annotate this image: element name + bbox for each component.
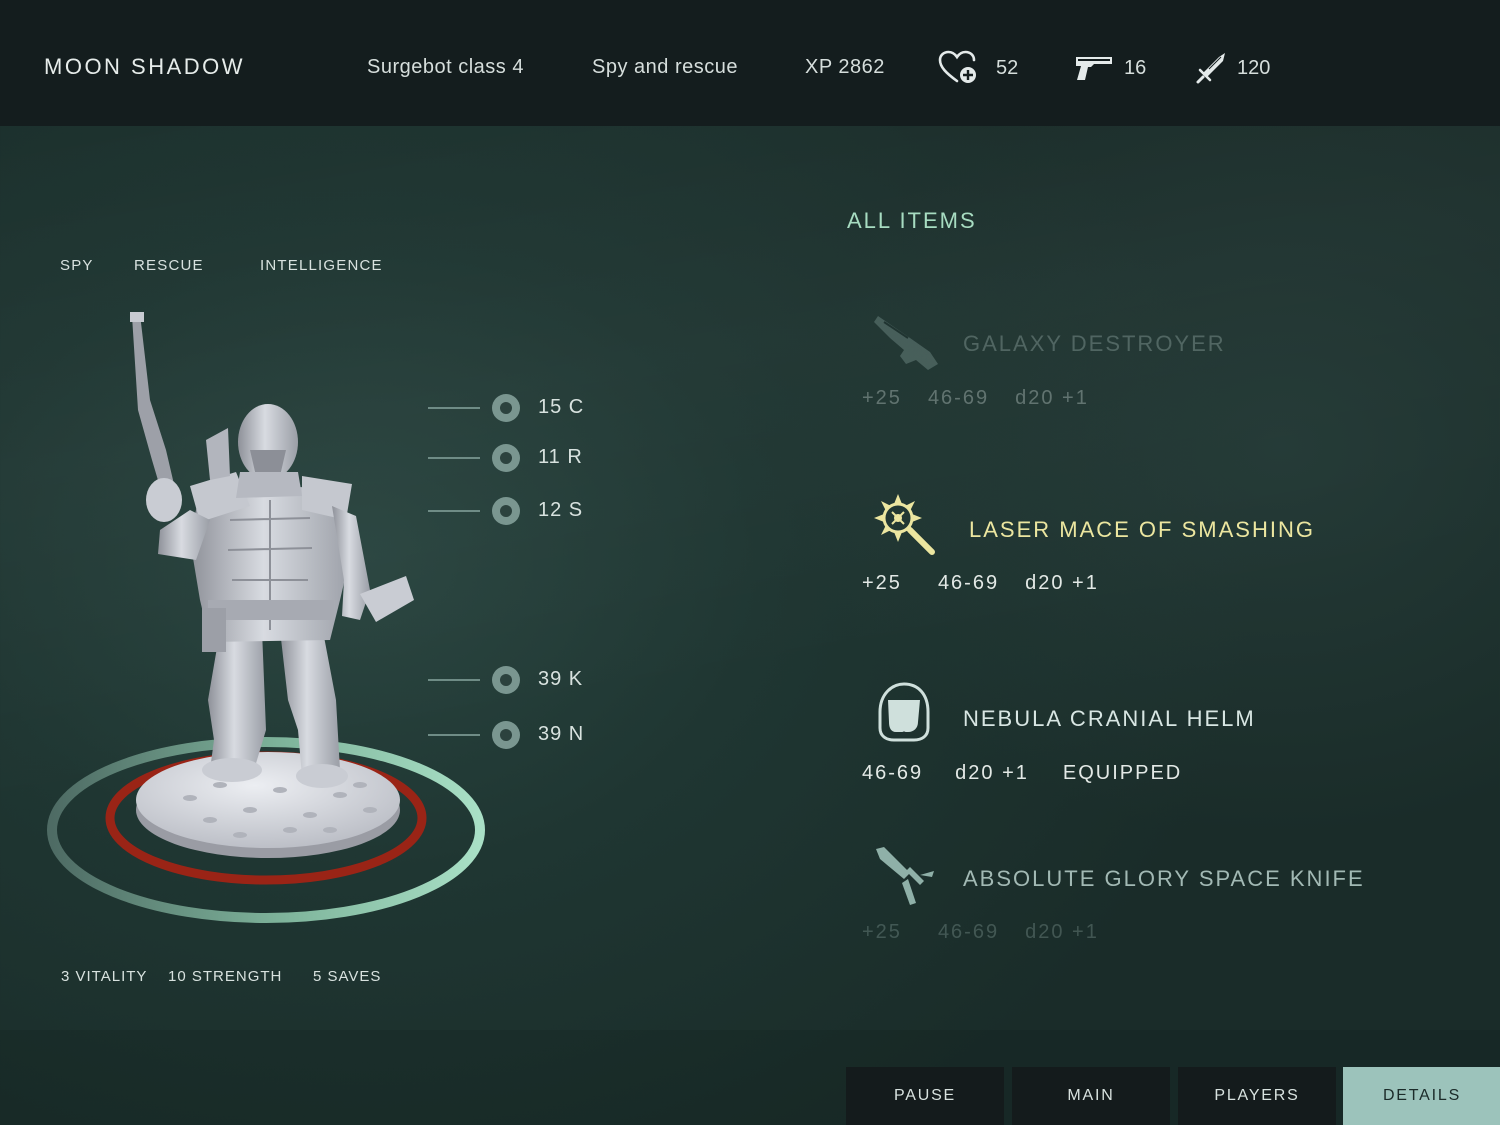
character-class: Surgebot class 4	[367, 56, 524, 78]
sword-icon	[1196, 53, 1225, 84]
item-name: ABSOLUTE GLORY SPACE KNIFE	[963, 866, 1365, 891]
xp-value: XP 2862	[805, 56, 885, 78]
strength-stat: 10 STRENGTH	[168, 968, 283, 985]
stat-marker-s[interactable]: 12 S	[428, 496, 648, 526]
mace-icon	[874, 494, 935, 555]
details-button[interactable]: DETAILS	[1343, 1067, 1500, 1125]
character-name: MOON SHADOW	[44, 54, 246, 79]
ammo-stat: 16	[1074, 50, 1146, 86]
tab-rescue[interactable]: RESCUE	[134, 257, 204, 274]
marker-label: 15 C	[538, 396, 585, 418]
marker-ring-icon	[492, 444, 520, 472]
players-button[interactable]: PLAYERS	[1178, 1067, 1336, 1125]
vitality-stat: 3 VITALITY	[61, 968, 148, 985]
marker-label: 12 S	[538, 499, 584, 521]
item-attr: 46-69	[927, 387, 990, 409]
main-button[interactable]: MAIN	[1012, 1067, 1170, 1125]
marker-label: 11 R	[538, 446, 583, 468]
blaster-icon	[874, 316, 938, 370]
pause-button[interactable]: PAUSE	[846, 1067, 1004, 1125]
item-attrs: +25 46-69 d20 +1	[862, 572, 1125, 595]
ammo-value: 16	[1124, 56, 1147, 79]
stat-marker-r[interactable]: 11 R	[428, 443, 648, 473]
stat-marker-c[interactable]: 15 C	[428, 393, 648, 423]
heart-plus-icon	[938, 50, 976, 83]
marker-ring-icon	[492, 721, 520, 749]
attack-value: 120	[1237, 56, 1271, 79]
top-bar: MOON SHADOW Surgebot class 4 Spy and res…	[0, 0, 1500, 126]
attack-stat: 120	[1195, 50, 1270, 86]
health-value: 52	[996, 56, 1019, 79]
item-attr: d20 +1	[955, 762, 1029, 784]
item-attr: 46-69	[937, 572, 1000, 594]
stat-marker-k[interactable]: 39 K	[428, 665, 648, 695]
stat-marker-n[interactable]: 39 N	[428, 720, 648, 750]
item-attr: 46-69	[862, 762, 924, 784]
items-title: ALL ITEMS	[847, 208, 977, 233]
tab-intelligence[interactable]: INTELLIGENCE	[260, 257, 383, 274]
item-attrs: +25 46-69 d20 +1	[862, 387, 1115, 410]
marker-ring-icon	[492, 666, 520, 694]
item-attr: d20 +1	[1025, 921, 1099, 943]
helmet-icon	[878, 682, 930, 742]
marker-label: 39 K	[538, 668, 584, 690]
health-stat: 52	[938, 50, 1018, 86]
item-name: GALAXY DESTROYER	[963, 331, 1226, 356]
item-name: LASER MACE OF SMASHING	[969, 517, 1315, 542]
marker-ring-icon	[492, 394, 520, 422]
tab-spy[interactable]: SPY	[60, 257, 94, 274]
knife-icon	[876, 847, 934, 905]
marker-label: 39 N	[538, 723, 585, 745]
item-attr: EQUIPPED	[1062, 762, 1183, 784]
item-attr: 46-69	[937, 921, 1000, 943]
item-name: NEBULA CRANIAL HELM	[963, 706, 1256, 731]
item-attr: +25	[862, 572, 902, 594]
character-role: Spy and rescue	[592, 56, 738, 78]
item-attr: d20 +1	[1015, 387, 1089, 409]
item-attr: +25	[862, 921, 902, 943]
item-attr: +25	[862, 387, 902, 409]
item-attr: d20 +1	[1025, 572, 1099, 594]
item-attrs: 46-69 d20 +1 EQUIPPED	[862, 762, 1208, 785]
marker-ring-icon	[492, 497, 520, 525]
pistol-icon	[1076, 57, 1112, 80]
saves-stat: 5 SAVES	[313, 968, 382, 985]
item-attrs: +25 46-69 d20 +1	[862, 921, 1125, 944]
